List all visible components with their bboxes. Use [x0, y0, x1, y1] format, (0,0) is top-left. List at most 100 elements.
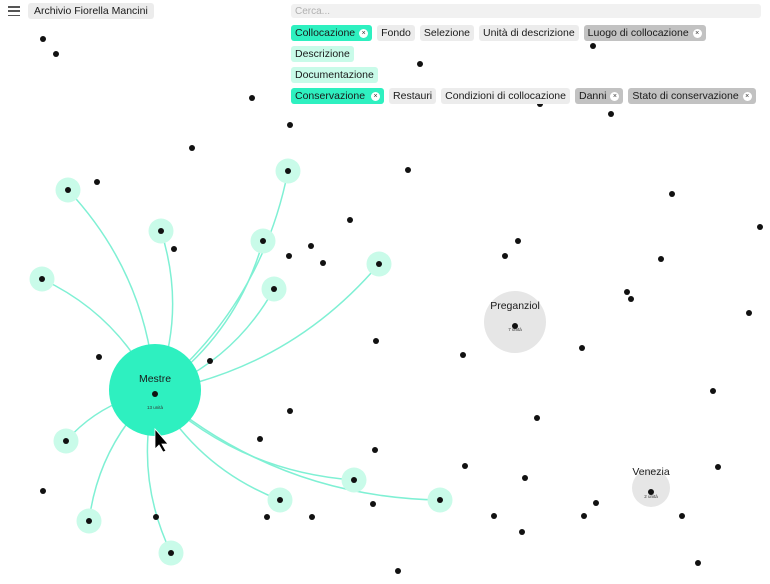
- filter-chip-selezione[interactable]: Selezione: [419, 25, 475, 41]
- document-dot[interactable]: [624, 289, 630, 295]
- document-dot[interactable]: [502, 253, 508, 259]
- filter-chip-documentazione[interactable]: Documentazione: [291, 67, 378, 83]
- document-dot[interactable]: [460, 352, 466, 358]
- document-dot[interactable]: [286, 253, 292, 259]
- document-dot[interactable]: [249, 95, 255, 101]
- filter-chip-unita-di-descrizione[interactable]: Unità di descrizione: [479, 25, 579, 41]
- filter-chip-label: Unità di descrizione: [483, 27, 575, 39]
- document-dot[interactable]: [593, 500, 599, 506]
- document-dot[interactable]: [347, 217, 353, 223]
- filter-chip-collocazione[interactable]: Collocazione ×: [291, 25, 373, 41]
- document-dot[interactable]: [287, 408, 293, 414]
- filter-row-collocazione: Collocazione × Fondo Selezione Unità di desc…: [291, 25, 770, 41]
- document-dot[interactable]: [257, 436, 263, 442]
- close-icon[interactable]: ×: [359, 28, 369, 38]
- document-dot[interactable]: [53, 51, 59, 57]
- filter-chip-label: Documentazione: [295, 69, 374, 81]
- filter-chip-label: Collocazione: [295, 27, 356, 39]
- place-label: Venezia: [632, 466, 670, 478]
- document-dot[interactable]: [40, 488, 46, 494]
- search-input[interactable]: [291, 4, 761, 18]
- document-dot[interactable]: [372, 447, 378, 453]
- document-dot[interactable]: [519, 529, 525, 535]
- document-dot[interactable]: [534, 415, 540, 421]
- close-icon[interactable]: ×: [371, 91, 381, 101]
- document-dot[interactable]: [491, 513, 497, 519]
- filter-chip-fondo[interactable]: Fondo: [377, 25, 415, 41]
- filter-row-documentazione: Documentazione: [291, 67, 770, 83]
- document-dot[interactable]: [462, 463, 468, 469]
- filter-chip-label: Danni: [578, 90, 607, 102]
- filter-chip-stato-di-conservazione[interactable]: Stato di conservazione ×: [628, 88, 756, 104]
- app-title[interactable]: Archivio Fiorella Mancini: [28, 3, 154, 19]
- filter-chip-descrizione[interactable]: Descrizione: [291, 46, 354, 62]
- document-dot[interactable]: [757, 224, 763, 230]
- filter-chip-danni[interactable]: Danni ×: [574, 88, 624, 104]
- document-dot[interactable]: [264, 514, 270, 520]
- document-dot[interactable]: [171, 246, 177, 252]
- document-dot[interactable]: [715, 464, 721, 470]
- document-dot[interactable]: [515, 238, 521, 244]
- document-dot[interactable]: [40, 36, 46, 42]
- document-dot[interactable]: [370, 501, 376, 507]
- document-dot[interactable]: [96, 354, 102, 360]
- close-icon[interactable]: ×: [610, 91, 620, 101]
- document-dot[interactable]: [628, 296, 634, 302]
- filter-chip-label: Conservazione: [295, 90, 366, 102]
- filter-row-descrizione: Descrizione: [291, 46, 770, 62]
- place-units: 7 unità: [508, 327, 522, 332]
- document-dot[interactable]: [522, 475, 528, 481]
- node-dot: [158, 228, 164, 234]
- menu-icon[interactable]: [8, 6, 20, 16]
- filter-chip-label: Selezione: [423, 27, 471, 39]
- document-dot[interactable]: [679, 513, 685, 519]
- document-dot[interactable]: [608, 111, 614, 117]
- filter-chip-label: Stato di conservazione: [632, 90, 739, 102]
- document-dot[interactable]: [189, 145, 195, 151]
- document-dot[interactable]: [669, 191, 675, 197]
- filter-chip-condizioni-di-collocazione[interactable]: Condizioni di collocazione: [441, 88, 570, 104]
- filter-chip-luogo-di-collocazione[interactable]: Luogo di collocazione ×: [583, 25, 706, 41]
- document-dot[interactable]: [287, 122, 293, 128]
- node-dot: [152, 391, 158, 397]
- filter-chip-restauri[interactable]: Restauri: [389, 88, 437, 104]
- node-dot: [376, 261, 382, 267]
- document-dot[interactable]: [710, 388, 716, 394]
- filter-chip-label: Condizioni di collocazione: [445, 90, 566, 102]
- node-dot: [39, 276, 45, 282]
- node-dot: [351, 477, 357, 483]
- document-dot[interactable]: [320, 260, 326, 266]
- document-dot[interactable]: [581, 513, 587, 519]
- document-dot[interactable]: [579, 345, 585, 351]
- link-edge: [154, 391, 441, 501]
- top-bar: Archivio Fiorella Mancini: [8, 3, 154, 19]
- filter-row-conservazione: Conservazione × Restauri Condizioni di coll…: [291, 88, 770, 104]
- document-dot[interactable]: [658, 256, 664, 262]
- place-label: Preganziol: [490, 300, 540, 312]
- document-dot[interactable]: [373, 338, 379, 344]
- document-dot[interactable]: [207, 358, 213, 364]
- filter-chip-label: Restauri: [393, 90, 433, 102]
- node-dot: [86, 518, 92, 524]
- close-icon[interactable]: ×: [692, 28, 702, 38]
- document-dot[interactable]: [309, 514, 315, 520]
- place-label: Mestre: [139, 373, 171, 385]
- node-dot: [65, 187, 71, 193]
- document-dot[interactable]: [695, 560, 701, 566]
- document-dot[interactable]: [395, 568, 401, 574]
- place-units: 2 unità: [644, 494, 658, 499]
- node-dot: [285, 168, 291, 174]
- place-units: 13 unità: [147, 405, 164, 410]
- document-dot[interactable]: [153, 514, 159, 520]
- document-dot[interactable]: [308, 243, 314, 249]
- node-dot: [271, 286, 277, 292]
- place-node-mestre[interactable]: [109, 344, 201, 436]
- node-dot: [277, 497, 283, 503]
- document-dot[interactable]: [405, 167, 411, 173]
- filter-chip-label: Luogo di collocazione: [587, 27, 689, 39]
- close-icon[interactable]: ×: [742, 91, 752, 101]
- filter-chip-conservazione[interactable]: Conservazione ×: [291, 88, 385, 104]
- document-dot[interactable]: [746, 310, 752, 316]
- filter-panel: Collocazione × Fondo Selezione Unità di desc…: [291, 25, 770, 109]
- document-dot[interactable]: [94, 179, 100, 185]
